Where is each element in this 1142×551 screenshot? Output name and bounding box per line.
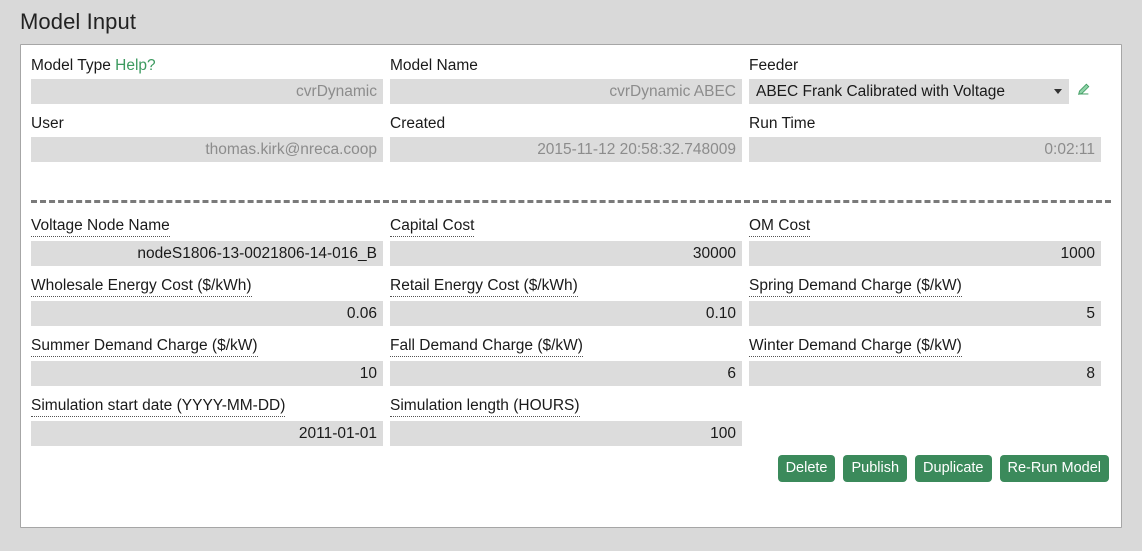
field-run_time: Run Time xyxy=(749,115,1101,162)
label-text-run_time: Run Time xyxy=(749,115,816,132)
label-text-user: User xyxy=(31,115,64,132)
label-text-summer_demand_charge: Summer Demand Charge ($/kW) xyxy=(31,337,258,354)
field-simulation_start_date: Simulation start date (YYYY-MM-DD) xyxy=(31,397,383,446)
label-winter_demand_charge: Winter Demand Charge ($/kW) xyxy=(749,337,962,357)
field-wholesale_energy_cost: Wholesale Energy Cost ($/kWh) xyxy=(31,277,383,326)
label-feeder: Feeder xyxy=(749,57,798,75)
label-model_name: Model Name xyxy=(390,57,478,75)
label-capital_cost: Capital Cost xyxy=(390,217,475,237)
field-fall_demand_charge: Fall Demand Charge ($/kW) xyxy=(390,337,742,386)
input-summer_demand_charge[interactable] xyxy=(31,361,383,386)
label-voltage_node_name: Voltage Node Name xyxy=(31,217,170,237)
label-text-model_type: Model Type xyxy=(31,57,111,74)
label-text-om_cost: OM Cost xyxy=(749,217,811,234)
pencil-edit-icon[interactable] xyxy=(1077,83,1090,101)
field-user: User xyxy=(31,115,383,162)
input-om_cost[interactable] xyxy=(749,241,1101,266)
label-user: User xyxy=(31,115,64,133)
field-feeder: Feeder ABEC Frank Calibrated with Voltage xyxy=(749,57,1101,104)
publish-button[interactable]: Publish xyxy=(843,455,908,482)
label-text-fall_demand_charge: Fall Demand Charge ($/kW) xyxy=(390,337,583,354)
field-row: Wholesale Energy Cost ($/kWh) Retail Ener… xyxy=(31,277,1111,326)
model-parameters-grid: Voltage Node Name Capital Cost OM Cost Whol… xyxy=(31,217,1111,457)
label-fall_demand_charge: Fall Demand Charge ($/kW) xyxy=(390,337,583,357)
input-model_name xyxy=(390,79,742,104)
field-model_type: Model Type Help? xyxy=(31,57,383,104)
field-spring_demand_charge: Spring Demand Charge ($/kW) xyxy=(749,277,1101,326)
field-capital_cost: Capital Cost xyxy=(390,217,742,266)
model-input-page: Model Input Model Type Help? Model Name Fe… xyxy=(0,0,1142,551)
label-text-created: Created xyxy=(390,115,446,132)
label-wholesale_energy_cost: Wholesale Energy Cost ($/kWh) xyxy=(31,277,252,297)
label-text-feeder: Feeder xyxy=(749,57,799,74)
label-simulation_length: Simulation length (HOURS) xyxy=(390,397,580,417)
input-spring_demand_charge[interactable] xyxy=(749,301,1101,326)
label-text-capital_cost: Capital Cost xyxy=(390,217,475,234)
delete-button[interactable]: Delete xyxy=(777,455,836,482)
field-row: Simulation start date (YYYY-MM-DD) Simula… xyxy=(31,397,1111,446)
input-created xyxy=(390,137,742,162)
label-text-wholesale_energy_cost: Wholesale Energy Cost ($/kWh) xyxy=(31,277,252,294)
label-spring_demand_charge: Spring Demand Charge ($/kW) xyxy=(749,277,962,297)
input-capital_cost[interactable] xyxy=(390,241,742,266)
page-title: Model Input xyxy=(20,9,137,34)
model-input-card: Model Type Help? Model Name Feeder ABEC Fra… xyxy=(20,44,1122,528)
label-om_cost: OM Cost xyxy=(749,217,811,237)
label-summer_demand_charge: Summer Demand Charge ($/kW) xyxy=(31,337,258,357)
label-text-simulation_length: Simulation length (HOURS) xyxy=(390,397,580,414)
input-wholesale_energy_cost[interactable] xyxy=(31,301,383,326)
label-text-spring_demand_charge: Spring Demand Charge ($/kW) xyxy=(749,277,962,294)
field-created: Created xyxy=(390,115,742,162)
label-text-simulation_start_date: Simulation start date (YYYY-MM-DD) xyxy=(31,397,286,414)
field-voltage_node_name: Voltage Node Name xyxy=(31,217,383,266)
input-voltage_node_name[interactable] xyxy=(31,241,383,266)
label-text-winter_demand_charge: Winter Demand Charge ($/kW) xyxy=(749,337,962,354)
feeder-select-wrapper[interactable]: ABEC Frank Calibrated with Voltage xyxy=(749,79,1069,104)
label-simulation_start_date: Simulation start date (YYYY-MM-DD) xyxy=(31,397,286,417)
field-om_cost: OM Cost xyxy=(749,217,1101,266)
label-created: Created xyxy=(390,115,445,133)
input-winter_demand_charge[interactable] xyxy=(749,361,1101,386)
field-simulation_length: Simulation length (HOURS) xyxy=(390,397,742,446)
label-retail_energy_cost: Retail Energy Cost ($/kWh) xyxy=(390,277,578,297)
input-fall_demand_charge[interactable] xyxy=(390,361,742,386)
duplicate-button[interactable]: Duplicate xyxy=(915,455,992,482)
field-model_name: Model Name xyxy=(390,57,742,104)
label-text-voltage_node_name: Voltage Node Name xyxy=(31,217,170,234)
input-model_type xyxy=(31,79,383,104)
label-model_type: Model Type Help? xyxy=(31,57,156,75)
help-link[interactable]: Help? xyxy=(115,57,156,74)
field-row: Voltage Node Name Capital Cost OM Cost xyxy=(31,217,1111,266)
input-simulation_length[interactable] xyxy=(390,421,742,446)
label-text-retail_energy_cost: Retail Energy Cost ($/kWh) xyxy=(390,277,578,294)
input-run_time xyxy=(749,137,1101,162)
label-text-model_name: Model Name xyxy=(390,57,478,74)
feeder-select[interactable]: ABEC Frank Calibrated with Voltage xyxy=(749,79,1069,104)
field-row: Summer Demand Charge ($/kW) Fall Demand C… xyxy=(31,337,1111,386)
field-summer_demand_charge: Summer Demand Charge ($/kW) xyxy=(31,337,383,386)
label-run_time: Run Time xyxy=(749,115,815,133)
model-metadata-grid: Model Type Help? Model Name Feeder ABEC Fra… xyxy=(31,57,1111,173)
input-retail_energy_cost[interactable] xyxy=(390,301,742,326)
input-user xyxy=(31,137,383,162)
section-divider xyxy=(31,200,1111,203)
action-button-row: Delete Publish Duplicate Re-Run Model xyxy=(777,455,1109,482)
input-simulation_start_date[interactable] xyxy=(31,421,383,446)
field-retail_energy_cost: Retail Energy Cost ($/kWh) xyxy=(390,277,742,326)
field-row: Model Type Help? Model Name Feeder ABEC Fra… xyxy=(31,57,1111,104)
rerun-button[interactable]: Re-Run Model xyxy=(999,455,1109,482)
field-row: User Created Run Time xyxy=(31,115,1111,162)
field-winter_demand_charge: Winter Demand Charge ($/kW) xyxy=(749,337,1101,386)
